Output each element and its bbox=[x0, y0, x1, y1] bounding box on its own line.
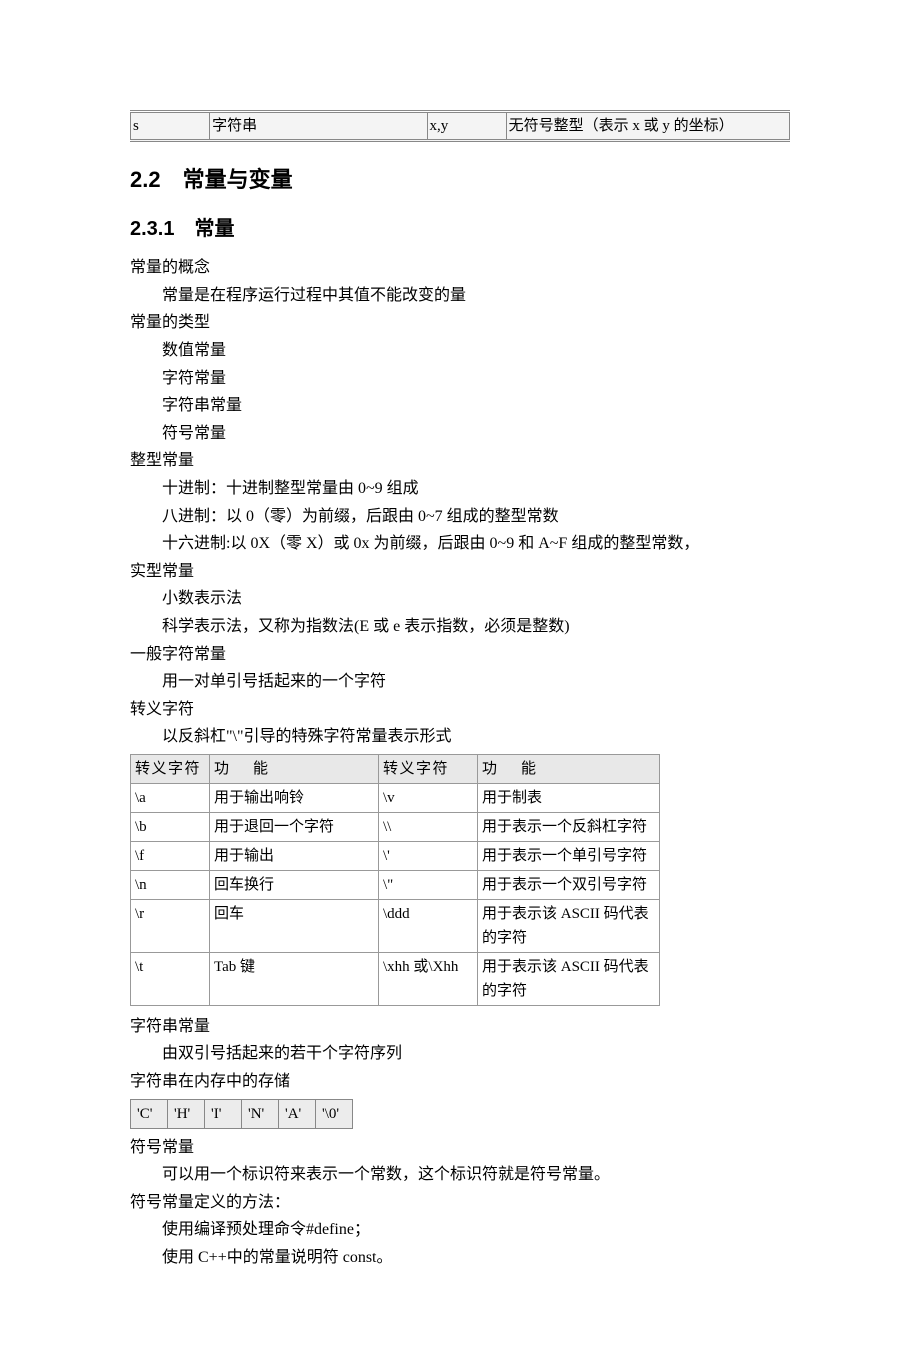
top-cell-1: s bbox=[131, 112, 210, 141]
para-constant-concept: 常量的概念 bbox=[130, 255, 790, 281]
para-int-dec: 十进制：十进制整型常量由 0~9 组成 bbox=[130, 476, 790, 502]
table-row: \a 用于输出响铃 \v 用于制表 bbox=[131, 783, 660, 812]
para-symbol-const: 使用 C++中的常量说明符 const。 bbox=[130, 1245, 790, 1271]
para-string-constant: 字符串常量 bbox=[130, 1014, 790, 1040]
page: s 字符串 x,y 无符号整型（表示 x 或 y 的坐标） 2.2 常量与变量 … bbox=[0, 0, 920, 1353]
table-row: \f 用于输出 \' 用于表示一个单引号字符 bbox=[131, 841, 660, 870]
para-type-symbol: 符号常量 bbox=[130, 421, 790, 447]
para-symbol-define-method: 符号常量定义的方法： bbox=[130, 1190, 790, 1216]
mem-cell: 'H' bbox=[168, 1099, 205, 1128]
para-normal-char: 一般字符常量 bbox=[130, 642, 790, 668]
body-text: 常量的概念 常量是在程序运行过程中其值不能改变的量 常量的类型 数值常量 字符常… bbox=[130, 255, 790, 1270]
para-type-string: 字符串常量 bbox=[130, 393, 790, 419]
mem-cell: 'C' bbox=[131, 1099, 168, 1128]
table-row: \r 回车 \ddd 用于表示该 ASCII 码代表的字符 bbox=[131, 899, 660, 952]
esc-header-4: 功能 bbox=[478, 754, 660, 783]
para-int-hex: 十六进制:以 0X（零 X）或 0x 为前缀，后跟由 0~9 和 A~F 组成的… bbox=[130, 531, 790, 557]
para-real-constant: 实型常量 bbox=[130, 559, 790, 585]
para-type-char: 字符常量 bbox=[130, 366, 790, 392]
para-escape: 转义字符 bbox=[130, 697, 790, 723]
para-constant-types: 常量的类型 bbox=[130, 310, 790, 336]
mem-cell: 'N' bbox=[242, 1099, 279, 1128]
para-symbol-desc: 可以用一个标识符来表示一个常数，这个标识符就是符号常量。 bbox=[130, 1162, 790, 1188]
top-cell-4: 无符号整型（表示 x 或 y 的坐标） bbox=[506, 112, 789, 141]
para-normal-char-desc: 用一对单引号括起来的一个字符 bbox=[130, 669, 790, 695]
para-int-constant: 整型常量 bbox=[130, 448, 790, 474]
para-constant-concept-desc: 常量是在程序运行过程中其值不能改变的量 bbox=[130, 283, 790, 309]
para-string-memory: 字符串在内存中的存储 bbox=[130, 1069, 790, 1095]
mem-cell: '\0' bbox=[316, 1099, 353, 1128]
para-symbol-constant: 符号常量 bbox=[130, 1135, 790, 1161]
para-symbol-define: 使用编译预处理命令#define； bbox=[130, 1217, 790, 1243]
para-type-numeric: 数值常量 bbox=[130, 338, 790, 364]
table-row: \n 回车换行 \" 用于表示一个双引号字符 bbox=[131, 870, 660, 899]
para-real-scientific: 科学表示法，又称为指数法(E 或 e 表示指数，必须是整数) bbox=[130, 614, 790, 640]
top-cell-3: x,y bbox=[427, 112, 506, 141]
para-string-desc: 由双引号括起来的若干个字符序列 bbox=[130, 1041, 790, 1067]
esc-header-1: 转义字符 bbox=[131, 754, 210, 783]
table-row: \b 用于退回一个字符 \\ 用于表示一个反斜杠字符 bbox=[131, 812, 660, 841]
top-cell-2: 字符串 bbox=[210, 112, 427, 141]
table-row: \t Tab 键 \xhh 或\Xhh 用于表示该 ASCII 码代表的字符 bbox=[131, 952, 660, 1005]
para-escape-desc: 以反斜杠"\"引导的特殊字符常量表示形式 bbox=[130, 724, 790, 750]
heading-2-3-1: 2.3.1 常量 bbox=[130, 213, 790, 245]
esc-header-3: 转义字符 bbox=[379, 754, 478, 783]
top-context-table: s 字符串 x,y 无符号整型（表示 x 或 y 的坐标） bbox=[130, 110, 790, 142]
para-real-decimal: 小数表示法 bbox=[130, 586, 790, 612]
para-int-oct: 八进制：以 0（零）为前缀，后跟由 0~7 组成的整型常数 bbox=[130, 504, 790, 530]
esc-header-2: 功能 bbox=[210, 754, 379, 783]
memory-storage-table: 'C' 'H' 'I' 'N' 'A' '\0' bbox=[130, 1099, 353, 1129]
escape-char-table: 转义字符 功能 转义字符 功能 \a 用于输出响铃 \v 用于制表 \b 用于退… bbox=[130, 754, 660, 1006]
heading-2-2: 2.2 常量与变量 bbox=[130, 162, 790, 197]
mem-cell: 'A' bbox=[279, 1099, 316, 1128]
mem-cell: 'I' bbox=[205, 1099, 242, 1128]
